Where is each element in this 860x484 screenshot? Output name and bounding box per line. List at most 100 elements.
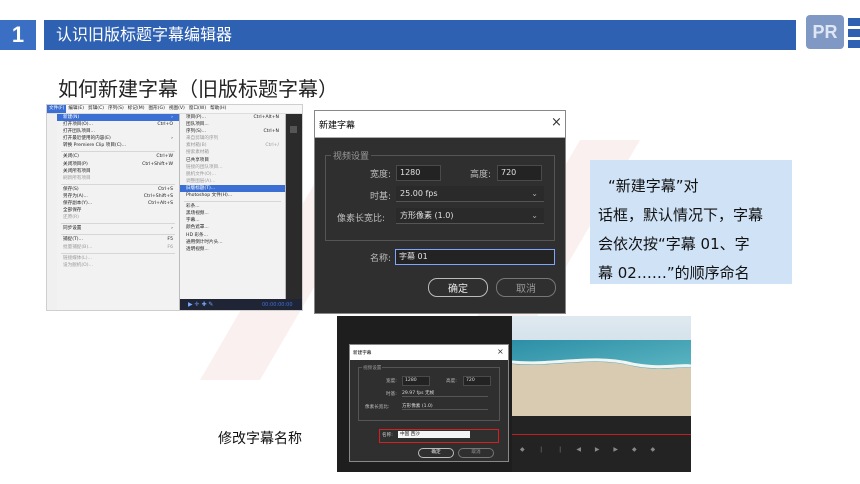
menu-item[interactable]: 搜索素材箱 <box>180 149 285 156</box>
timebase-label: 时基: <box>370 192 392 202</box>
menu-item[interactable]: 链接的团队项目... <box>180 164 285 171</box>
menu-item-label: 全部保存 <box>63 208 82 214</box>
menu-item[interactable]: 设为脱机(O)... <box>57 262 179 269</box>
menu-item[interactable]: 保存副本(Y)... Ctrl+Alt+S <box>57 200 179 207</box>
menu-item-label: 关闭项目(P) <box>63 161 88 167</box>
menu-shortcut: Ctrl+Alt+N <box>253 115 279 120</box>
menu-item[interactable]: 已共享项目 <box>180 157 285 164</box>
height-field[interactable]: 720 <box>463 376 491 386</box>
menubar-item[interactable]: 帮助(H) <box>208 105 228 113</box>
menu-item[interactable]: 项目(P)... Ctrl+Alt+N <box>180 114 285 121</box>
menu-item[interactable]: 黑场视频... <box>180 210 285 217</box>
menu-shortcut: › <box>171 136 173 142</box>
menu-item-label: 序列(S)... <box>186 129 207 135</box>
menu-item[interactable]: Photoshop 文件(H)... <box>180 192 285 199</box>
menu-item[interactable]: 打开团队项目... <box>57 128 179 135</box>
pixel-aspect-value: 方形像素 (1.0) <box>400 211 454 220</box>
menu-item-label: 通用倒计时片头... <box>186 239 223 245</box>
timebase-select[interactable]: 29.97 fps 无帧 <box>402 390 488 397</box>
menubar-item[interactable]: 文件(F) <box>47 105 67 113</box>
menu-item-label: 新建(N) <box>63 115 80 120</box>
menu-item[interactable]: 调整图层(A)... <box>180 178 285 185</box>
chevron-down-icon: ⌄ <box>531 211 538 220</box>
menu-item-label: 黑场视频... <box>186 211 209 217</box>
height-label: 高度: <box>470 170 492 180</box>
page-subtitle: 如何新建字幕（旧版标题字幕） <box>58 77 338 101</box>
pixel-aspect-select[interactable]: 方形像素 (1.0) ⌄ <box>396 208 544 224</box>
menu-shortcut: Ctrl+W <box>156 154 173 160</box>
menu-item-label: 脱机文件(O)... <box>186 171 216 177</box>
menu-item[interactable]: 转换 Premiere Clip 项目(C)... <box>57 142 179 149</box>
pixel-aspect-select[interactable]: 方形像素 (1.0) <box>402 403 488 410</box>
menu-item[interactable]: 旧版标题(T)... <box>180 184 285 193</box>
menu-item-label: 调整图层(A)... <box>186 178 216 184</box>
menu-item[interactable]: 序列(S)... Ctrl+N <box>180 128 285 135</box>
timebase-value: 25.00 fps <box>400 189 438 198</box>
menu-item-label: 关闭(C) <box>63 154 79 160</box>
logo-stripe <box>848 40 860 48</box>
menu-item[interactable]: 批量捕捉(B)... F6 <box>57 244 179 251</box>
menu-shortcut: F6 <box>167 244 173 250</box>
menu-item[interactable]: HD 彩条... <box>180 232 285 239</box>
menubar-item[interactable]: 视图(V) <box>167 105 187 113</box>
menubar-item[interactable]: 图形(G) <box>147 105 167 113</box>
width-label: 宽度: <box>370 170 392 180</box>
menu-item[interactable]: 同步设置 › <box>57 225 179 232</box>
menu-item[interactable]: 脱机文件(O)... <box>180 171 285 178</box>
menu-item[interactable]: 通用倒计时片头... <box>180 239 285 246</box>
menu-item[interactable]: 打开最近使用的内容(E) › <box>57 135 179 142</box>
ok-button[interactable]: 确定 <box>428 278 488 297</box>
menu-item[interactable]: 来自剪辑的序列 <box>180 135 285 142</box>
menu-item[interactable]: 彩条... <box>180 203 285 210</box>
menu-item-label: 另存为(A)... <box>63 193 88 199</box>
menu-item[interactable]: 还原(R) <box>57 214 179 221</box>
menu-item-label: 链接媒体(L)... <box>63 255 92 261</box>
menubar-item[interactable]: 剪辑(C) <box>86 105 106 113</box>
width-field[interactable]: 1280 <box>396 165 441 181</box>
menu-item[interactable]: 新建(N) › <box>57 114 179 122</box>
menu-item[interactable]: 颜色遮罩... <box>180 224 285 231</box>
menu-item[interactable]: 链接媒体(L)... <box>57 255 179 262</box>
menubar-item[interactable]: 窗口(W) <box>187 105 208 113</box>
menu-item[interactable]: 保存(S) Ctrl+S <box>57 186 179 193</box>
menu-item[interactable]: 素材箱(B) Ctrl+/ <box>180 142 285 149</box>
close-icon[interactable]: × <box>497 347 504 356</box>
cancel-button[interactable]: 取消 <box>458 448 494 458</box>
timeline-panel: ◆ ❘ ❘ ◀ ▶ ▶ ◆ ◆ <box>512 416 691 472</box>
menu-item-label: 颜色遮罩... <box>186 225 209 231</box>
name-field[interactable]: 字幕 01 <box>395 249 555 265</box>
menubar-item[interactable]: 标记(M) <box>126 105 147 113</box>
close-icon[interactable]: × <box>551 115 562 130</box>
menu-item[interactable]: 刷新所有项目 <box>57 175 179 182</box>
name-field[interactable]: 中国 西沙 <box>398 431 470 438</box>
menu-item[interactable]: 另存为(A)... Ctrl+Shift+S <box>57 193 179 200</box>
menu-item[interactable]: 关闭所有项目 <box>57 168 179 175</box>
height-label: 高度: <box>446 379 457 384</box>
menu-separator <box>61 149 175 153</box>
menu-item-label: 打开团队项目... <box>63 129 95 135</box>
menubar-item[interactable]: 编辑(E) <box>66 105 86 113</box>
timebase-select[interactable]: 25.00 fps ⌄ <box>396 186 544 202</box>
menu-shortcut: Ctrl+Alt+S <box>147 201 173 207</box>
play-icon[interactable]: ▶ ✛ ✚ ✎ <box>188 301 213 308</box>
menu-item[interactable]: 全部保存 <box>57 207 179 214</box>
cancel-button[interactable]: 取消 <box>496 278 556 297</box>
menu-item[interactable]: 关闭项目(P) Ctrl+Shift+W <box>57 161 179 168</box>
ok-button[interactable]: 确定 <box>418 448 454 458</box>
menu-item[interactable]: 字幕... <box>180 217 285 224</box>
height-field[interactable]: 720 <box>497 165 542 181</box>
menu-item-label: 链接的团队项目... <box>186 164 223 170</box>
menu-item-label: 搜索素材箱 <box>186 150 209 156</box>
menu-item[interactable]: 关闭(C) Ctrl+W <box>57 153 179 160</box>
playback-controls: ▶ ✛ ✚ ✎ 00:00:00:00 <box>180 299 302 310</box>
info-text: “新建字幕”对 话框，默认情况下，字幕 会依次按“字幕 01、字 幕 02……”… <box>598 172 794 288</box>
transport-icons[interactable]: ◆ ❘ ❘ ◀ ▶ ▶ ◆ ◆ <box>520 446 661 453</box>
menu-item[interactable]: 打开项目(O)... Ctrl+O <box>57 121 179 128</box>
menubar-item[interactable]: 序列(S) <box>106 105 126 113</box>
menu-item[interactable]: 捕捉(T)... F5 <box>57 236 179 243</box>
menu-shortcut: F5 <box>167 237 173 243</box>
menu-item[interactable]: 透明视频... <box>180 246 285 253</box>
width-field[interactable]: 1280 <box>402 376 430 386</box>
menu-item[interactable]: 团队项目... <box>180 121 285 128</box>
menu-item-label: 关闭所有项目 <box>63 168 91 174</box>
